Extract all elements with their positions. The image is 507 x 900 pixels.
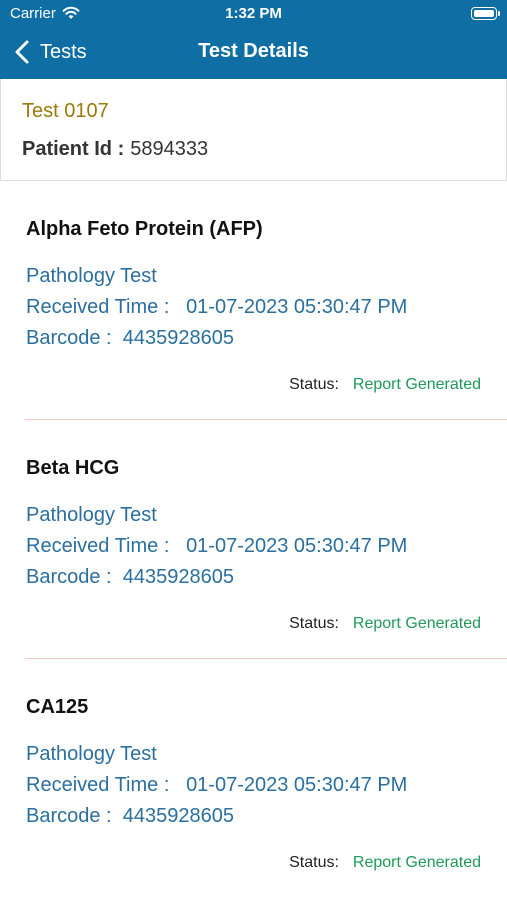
received-time-value: 01-07-2023 05:30:47 PM	[186, 535, 408, 557]
status-row: Status: Report Generated	[289, 615, 481, 633]
received-time-row: Received Time : 01-07-2023 05:30:47 PM	[26, 774, 407, 797]
status-label: Status:	[289, 376, 339, 393]
test-list: Alpha Feto Protein (AFP) Pathology Test …	[0, 181, 507, 898]
test-summary-card: Test 0107 Patient Id :5894333	[0, 79, 507, 181]
patient-id-label: Patient Id :	[22, 138, 125, 160]
status-row: Status: Report Generated	[289, 854, 481, 872]
chevron-left-icon	[15, 40, 29, 64]
status-row: Status: Report Generated	[289, 376, 481, 394]
patient-id-row: Patient Id :5894333	[22, 138, 208, 161]
barcode-row: Barcode : 4435928605	[26, 327, 234, 350]
list-item[interactable]: Beta HCG Pathology Test Received Time : …	[0, 420, 507, 659]
test-name: Alpha Feto Protein (AFP)	[26, 218, 263, 240]
patient-id-value: 5894333	[130, 138, 209, 160]
received-time-label: Received Time :	[26, 296, 170, 318]
test-type: Pathology Test	[26, 504, 157, 526]
list-item[interactable]: CA125 Pathology Test Received Time : 01-…	[0, 659, 507, 898]
clock: 1:32 PM	[225, 5, 282, 22]
test-id: Test 0107	[22, 100, 109, 122]
back-label: Tests	[40, 40, 87, 63]
navigation-bar: Carrier 1:32 PM Tests Test Details	[0, 0, 507, 79]
test-type: Pathology Test	[26, 265, 157, 287]
status-label: Status:	[289, 854, 339, 871]
status-badge: Report Generated	[352, 376, 481, 393]
test-type: Pathology Test	[26, 743, 157, 765]
barcode-label: Barcode :	[26, 805, 112, 827]
status-bar: Carrier 1:32 PM	[0, 0, 507, 28]
back-button[interactable]: Tests	[12, 36, 87, 68]
received-time-value: 01-07-2023 05:30:47 PM	[186, 774, 408, 796]
barcode-row: Barcode : 4435928605	[26, 566, 234, 589]
barcode-row: Barcode : 4435928605	[26, 805, 234, 828]
received-time-label: Received Time :	[26, 535, 170, 557]
barcode-label: Barcode :	[26, 566, 112, 588]
barcode-label: Barcode :	[26, 327, 112, 349]
test-name: CA125	[26, 696, 89, 718]
status-label: Status:	[289, 615, 339, 632]
received-time-row: Received Time : 01-07-2023 05:30:47 PM	[26, 535, 407, 558]
received-time-row: Received Time : 01-07-2023 05:30:47 PM	[26, 296, 407, 319]
list-item[interactable]: Alpha Feto Protein (AFP) Pathology Test …	[0, 181, 507, 420]
barcode-value: 4435928605	[122, 805, 234, 827]
status-badge: Report Generated	[352, 615, 481, 632]
test-name: Beta HCG	[26, 457, 120, 479]
received-time-value: 01-07-2023 05:30:47 PM	[186, 296, 408, 318]
received-time-label: Received Time :	[26, 774, 170, 796]
status-badge: Report Generated	[352, 854, 481, 871]
barcode-value: 4435928605	[122, 566, 234, 588]
battery-icon	[471, 7, 500, 20]
barcode-value: 4435928605	[122, 327, 234, 349]
